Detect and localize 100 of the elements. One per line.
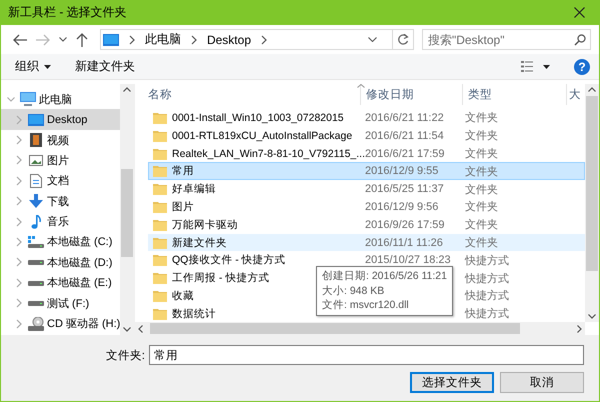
modified-date: 2016/9/26 17:59 [365, 218, 445, 231]
sidebar-item[interactable]: Desktop [1, 109, 120, 130]
collapsed-chevron-icon [16, 298, 22, 308]
collapsed-chevron-icon [16, 176, 22, 186]
folder-icon [153, 272, 167, 284]
file-type: 文件夹 [465, 164, 498, 179]
file-name: 数据统计 [172, 306, 216, 321]
file-name: QQ接收文件 - 快捷方式 [172, 253, 286, 268]
folder-name-field[interactable]: 常用 [149, 345, 584, 366]
file-type: 快捷方式 [465, 254, 509, 268]
scroll-down-icon [588, 314, 596, 320]
chevron-right-icon [128, 34, 135, 45]
sidebar-item[interactable]: 本地磁盘 (D:) [1, 252, 120, 273]
search-field[interactable]: 搜索"Desktop" [422, 29, 592, 50]
vertical-scrollbar[interactable] [585, 84, 599, 322]
cancel-button[interactable]: 取消 [500, 372, 584, 394]
drive-icon [28, 236, 44, 248]
desktop-icon [28, 114, 44, 126]
new-folder-button[interactable]: 新建文件夹 [69, 55, 141, 78]
sidebar-item[interactable]: 此电脑 [1, 89, 120, 110]
column-header[interactable]: 类型 [463, 84, 567, 106]
folder-icon [153, 236, 167, 249]
file-name: 工作周报 - 快捷方式 [172, 271, 270, 286]
select-folder-button[interactable]: 选择文件夹 [410, 372, 494, 394]
file-type: 文件夹 [465, 146, 498, 162]
collapsed-chevron-icon [16, 216, 22, 227]
cd-drive-icon [28, 316, 44, 331]
drive-icon [28, 278, 44, 287]
folder-icon [153, 183, 167, 196]
file-type: 快捷方式 [465, 306, 509, 322]
breadcrumb-item[interactable]: Desktop [206, 32, 251, 47]
document-icon [30, 174, 42, 188]
file-tooltip: 创建日期: 2016/5/26 11:21 大小: 948 KB 文件: msvcr120.dll [316, 266, 453, 316]
sidebar-item[interactable]: 测试 (F:) [1, 292, 120, 314]
folder-icon [153, 165, 167, 178]
folder-icon [153, 130, 167, 142]
scroll-right-icon [577, 325, 582, 334]
file-name: 图片 [172, 200, 194, 214]
collapsed-chevron-icon [16, 278, 22, 288]
folder-icon [153, 290, 167, 302]
film-icon [30, 133, 42, 148]
file-name: 万能网卡驱动 [172, 218, 238, 232]
collapsed-chevron-icon [16, 196, 22, 206]
window-title: 新工具栏 - 选择文件夹 [8, 4, 128, 21]
sidebar-item[interactable]: 本地磁盘 (C:) [1, 232, 120, 252]
column-header[interactable]: 大 [567, 84, 582, 106]
sidebar-item[interactable]: CD 驱动器 (H:) [1, 313, 120, 334]
file-type: 文件夹 [465, 218, 498, 232]
column-header[interactable]: 名称 [143, 84, 361, 106]
file-type: 文件夹 [465, 110, 498, 126]
file-type: 快捷方式 [465, 272, 509, 286]
picture-icon [28, 154, 42, 166]
file-type: 文件夹 [465, 182, 498, 197]
folder-label: 文件夹: [104, 348, 145, 363]
folder-icon [153, 112, 167, 124]
caret-down-icon [44, 64, 51, 69]
file-name: 收藏 [172, 288, 194, 303]
close-icon [574, 7, 584, 18]
scroll-down-icon [123, 327, 131, 332]
desktop-icon [102, 34, 119, 46]
file-name: 新建文件夹 [172, 236, 227, 250]
folder-icon [153, 148, 167, 160]
folder-icon [153, 254, 167, 266]
file-name: 常用 [172, 164, 194, 178]
file-type: 文件夹 [465, 128, 498, 144]
collapsed-chevron-icon [16, 135, 22, 146]
collapsed-chevron-icon [16, 318, 22, 329]
modified-date: 2016/6/21 11:22 [365, 112, 444, 124]
file-row[interactable]: 新建文件夹 2016/11/1 11:26 文件夹 [148, 234, 585, 252]
folder-icon [153, 200, 167, 213]
help-button[interactable]: ? [574, 58, 590, 75]
monitor-icon [20, 92, 36, 106]
breadcrumb-item[interactable]: 此电脑 [144, 31, 181, 48]
address-bar[interactable]: 此电脑 Desktop [100, 29, 414, 50]
vertical-scrollbar[interactable] [120, 84, 134, 336]
sidebar-item[interactable]: 视频 [1, 130, 120, 150]
file-name: 0001-Install_Win10_1003_07282015 [172, 112, 344, 124]
scroll-up-icon [123, 87, 131, 92]
sidebar-item[interactable]: 文档 [1, 170, 120, 191]
column-header[interactable]: 修改日期 [361, 84, 463, 106]
sidebar-item[interactable]: 本地磁盘 (E:) [1, 272, 120, 293]
sidebar-item[interactable]: 下载 [1, 191, 120, 212]
file-name: 好卓编辑 [172, 182, 216, 196]
chevron-right-icon [190, 34, 197, 45]
modified-date: 2016/12/9 9:56 [365, 200, 438, 213]
organize-menu[interactable]: 组织 [9, 55, 57, 78]
sidebar-item[interactable]: 音乐 [1, 211, 120, 232]
collapsed-chevron-icon [16, 257, 22, 268]
chevron-right-icon [261, 34, 267, 45]
sidebar-item[interactable]: 图片 [1, 150, 120, 171]
expanded-chevron-icon [7, 96, 15, 102]
collapsed-chevron-icon [16, 155, 22, 166]
file-name: 0001-RTL819xCU_AutoInstallPackage [172, 130, 352, 142]
download-arrow-icon [28, 194, 42, 208]
file-row[interactable]: 常用 2016/12/9 9:55 文件夹 [148, 162, 585, 180]
details-view-icon [521, 61, 533, 72]
horizontal-scrollbar[interactable] [135, 322, 585, 336]
file-name: Realtek_LAN_Win7-8-81-10_V792115_... [172, 148, 366, 160]
modified-date: 2016/11/1 11:26 [365, 236, 443, 249]
modified-date: 2016/6/21 17:59 [365, 148, 445, 160]
